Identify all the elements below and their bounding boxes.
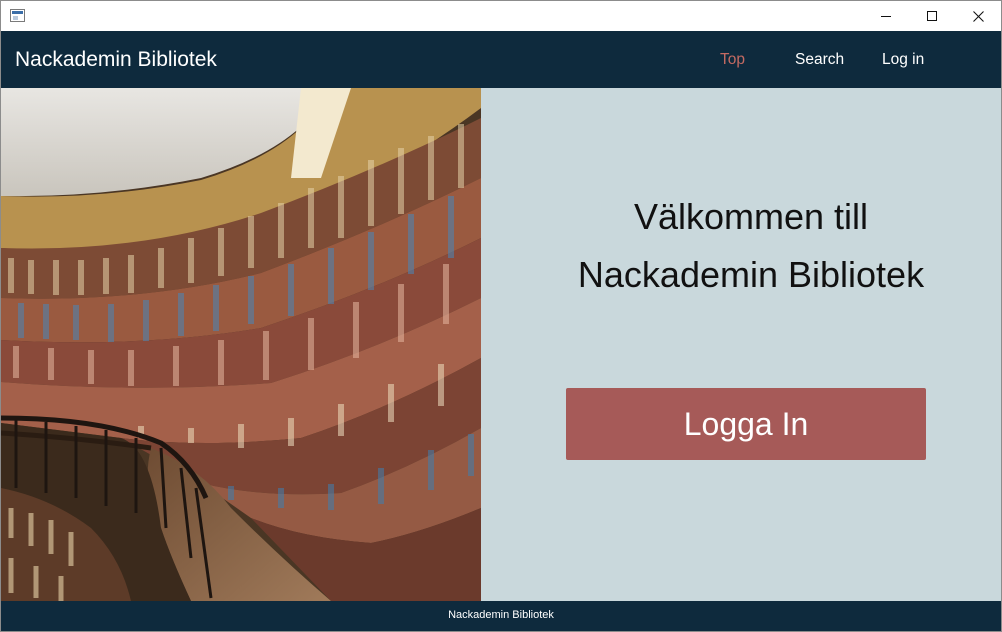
welcome-panel: Välkommen till Nackademin Bibliotek Logg… [481, 88, 1001, 601]
nav-link-top[interactable]: Top [720, 31, 745, 88]
welcome-heading-line2: Nackademin Bibliotek [577, 254, 925, 295]
footer: Nackademin Bibliotek [1, 601, 1001, 631]
welcome-heading: Välkommen till Nackademin Bibliotek [481, 188, 1001, 304]
title-bar[interactable] [1, 1, 1001, 31]
login-button[interactable]: Logga In [566, 388, 926, 460]
minimize-button[interactable] [863, 1, 909, 31]
footer-text: Nackademin Bibliotek [448, 609, 554, 621]
maximize-button[interactable] [909, 1, 955, 31]
navbar: Nackademin Bibliotek Top Search Log in [1, 31, 1001, 88]
close-icon [972, 10, 984, 22]
window-app-icon [10, 9, 25, 22]
maximize-icon [927, 11, 937, 21]
library-illustration [1, 88, 481, 601]
library-bookshelves-photo [1, 88, 481, 601]
close-button[interactable] [955, 1, 1001, 31]
app-window: Nackademin Bibliotek Top Search Log in V… [0, 0, 1002, 632]
welcome-heading-line1: Välkommen till [633, 196, 869, 237]
brand-title[interactable]: Nackademin Bibliotek [15, 31, 217, 88]
nav-link-search[interactable]: Search [795, 31, 844, 88]
nav-link-login[interactable]: Log in [882, 31, 924, 88]
minimize-icon [881, 15, 891, 17]
